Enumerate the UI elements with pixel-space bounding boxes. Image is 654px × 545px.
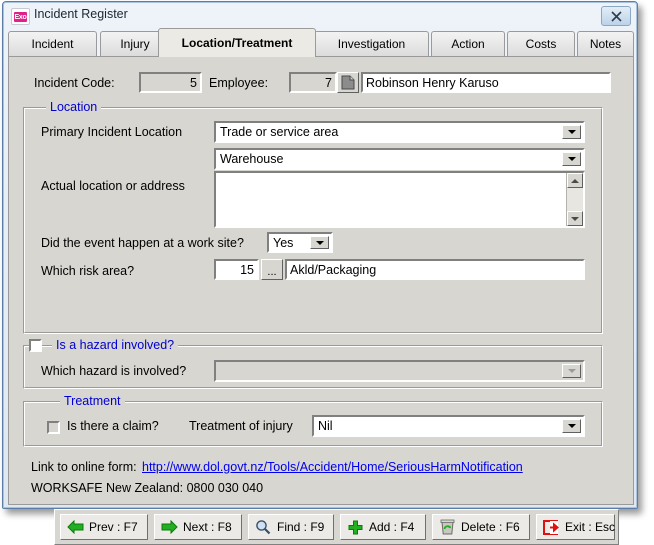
- employee-code-field[interactable]: 7: [289, 72, 337, 93]
- delete-button-label: Delete : F6: [461, 520, 520, 534]
- add-button-label: Add : F4: [369, 520, 415, 534]
- claim-checkbox[interactable]: [47, 421, 60, 434]
- textarea-scrollbar[interactable]: [566, 173, 583, 226]
- magnifier-icon: [254, 518, 272, 536]
- tab-label: Notes: [589, 37, 622, 51]
- tab-label: Action: [451, 37, 485, 51]
- risk-area-name-field[interactable]: Akld/Packaging: [285, 259, 585, 280]
- exo-logo-text: Exo: [13, 11, 28, 22]
- prev-button-label: Prev : F7: [89, 520, 138, 534]
- close-glyph: [610, 10, 622, 22]
- arrow-left-icon: [66, 518, 84, 536]
- primary-incident-location-select[interactable]: Trade or service area: [214, 121, 585, 143]
- chevron-down-icon: [562, 364, 581, 378]
- tab-label: Investigation: [337, 37, 406, 51]
- primary-incident-location-value: Trade or service area: [220, 125, 339, 139]
- tab-label: Location/Treatment: [181, 36, 293, 50]
- tab-location-treatment[interactable]: Location/Treatment: [158, 28, 316, 57]
- work-site-question-label: Did the event happen at a work site?: [41, 236, 244, 250]
- secondary-location-value: Warehouse: [220, 152, 284, 166]
- tab-investigation[interactable]: Investigation: [314, 31, 429, 56]
- claim-label: Is there a claim?: [67, 419, 159, 433]
- treatment-of-injury-select[interactable]: Nil: [312, 415, 585, 437]
- chevron-down-icon[interactable]: [562, 125, 581, 139]
- risk-area-label: Which risk area?: [41, 264, 135, 278]
- find-button[interactable]: Find : F9: [248, 514, 334, 540]
- treatment-of-injury-label: Treatment of injury: [189, 419, 293, 433]
- work-site-select[interactable]: Yes: [267, 232, 333, 253]
- tab-incident[interactable]: Incident: [8, 31, 97, 56]
- incident-register-window: Exo Incident Register Incident Injury Lo…: [2, 1, 638, 545]
- scroll-up-icon[interactable]: [567, 173, 583, 188]
- exit-button[interactable]: Exit : Esc: [536, 514, 615, 540]
- exo-logo-icon: Exo: [11, 8, 30, 25]
- trash-recycle-icon: [438, 518, 456, 536]
- chevron-down-icon[interactable]: [562, 152, 581, 166]
- which-hazard-select[interactable]: [214, 360, 585, 382]
- hazard-involved-checkbox[interactable]: [29, 339, 42, 352]
- incident-code-field[interactable]: 5: [139, 72, 202, 93]
- secondary-location-select[interactable]: Warehouse: [214, 148, 585, 170]
- arrow-right-icon: [160, 518, 178, 536]
- prev-button[interactable]: Prev : F7: [60, 514, 148, 540]
- location-group-title: Location: [46, 100, 102, 114]
- tab-label: Injury: [120, 37, 150, 51]
- online-form-link[interactable]: http://www.dol.govt.nz/Tools/Accident/Ho…: [142, 460, 523, 474]
- window-title: Incident Register: [34, 7, 128, 21]
- exit-button-label: Exit : Esc: [565, 520, 616, 534]
- exit-door-icon: [542, 518, 560, 536]
- treatment-group-title: Treatment: [60, 394, 125, 408]
- add-button[interactable]: Add : F4: [340, 514, 426, 540]
- next-button-label: Next : F8: [183, 520, 232, 534]
- plus-icon: [346, 518, 364, 536]
- tab-page-location-treatment: Incident Code: 5 Employee: 7 Robinson He…: [8, 56, 634, 545]
- actual-location-label: Actual location or address: [41, 179, 185, 193]
- close-icon[interactable]: [601, 6, 631, 26]
- delete-button[interactable]: Delete : F6: [432, 514, 530, 540]
- tab-costs[interactable]: Costs: [507, 31, 575, 56]
- tab-label: Incident: [31, 37, 74, 51]
- document-lookup-icon[interactable]: [337, 72, 359, 93]
- window-inner-frame: Exo Incident Register Incident Injury Lo…: [3, 2, 637, 545]
- online-form-label: Link to online form:: [31, 460, 137, 474]
- title-bar: Exo Incident Register: [4, 3, 636, 28]
- navigation-toolbar: Prev : F7 Next : F8 Find : F9 Add: F4 D…: [54, 509, 619, 545]
- next-button[interactable]: Next : F8: [154, 514, 242, 540]
- tab-strip: Incident Injury Location/Treatment Inves…: [8, 28, 634, 57]
- tab-notes[interactable]: Notes: [577, 31, 634, 56]
- which-hazard-label: Which hazard is involved?: [41, 364, 187, 378]
- actual-location-textarea[interactable]: [214, 171, 585, 228]
- risk-area-code-field[interactable]: 15: [214, 259, 259, 280]
- chevron-down-icon[interactable]: [562, 419, 581, 433]
- employee-name-field[interactable]: Robinson Henry Karuso: [361, 72, 611, 93]
- hazard-group-title: Is a hazard involved?: [52, 338, 179, 352]
- worksafe-phone-text: WORKSAFE New Zealand: 0800 030 040: [31, 481, 264, 495]
- find-button-label: Find : F9: [277, 520, 325, 534]
- risk-area-browse-button[interactable]: ...: [261, 259, 283, 280]
- document-glyph: [341, 75, 355, 89]
- work-site-value: Yes: [273, 235, 294, 250]
- scroll-down-icon[interactable]: [567, 211, 583, 226]
- primary-incident-location-label: Primary Incident Location: [41, 125, 183, 139]
- treatment-of-injury-value: Nil: [318, 419, 333, 433]
- tab-label: Costs: [525, 37, 557, 51]
- incident-code-label: Incident Code:: [34, 76, 115, 90]
- tab-action[interactable]: Action: [431, 31, 505, 56]
- employee-label: Employee:: [209, 76, 269, 90]
- chevron-down-icon[interactable]: [310, 236, 329, 249]
